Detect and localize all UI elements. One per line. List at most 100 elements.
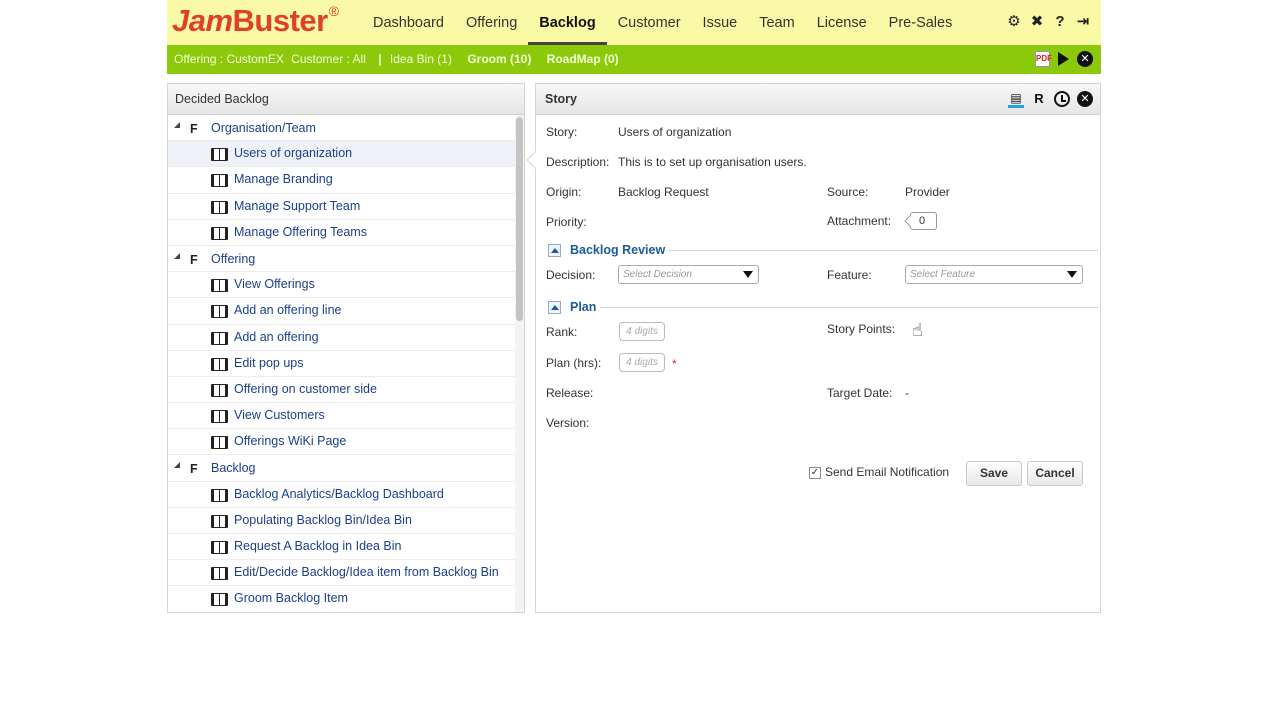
story-link[interactable]: Edit/Decide Backlog/Idea item from Backl… (234, 565, 499, 579)
rank-input[interactable]: 4 digits (619, 322, 665, 341)
feature-row[interactable]: F Offering (168, 246, 516, 273)
cancel-button[interactable]: Cancel (1027, 461, 1083, 486)
story-row[interactable]: Edit/Decide Backlog/Idea item from Backl… (168, 560, 516, 587)
story-link[interactable]: Request A Backlog in Idea Bin (234, 539, 401, 553)
groom-link[interactable]: Groom (10) (467, 52, 531, 66)
story-row[interactable]: Edit pop ups (168, 351, 516, 377)
story-link[interactable]: Offering on customer side (234, 382, 377, 396)
attachment-count[interactable]: 0 (910, 212, 937, 230)
logo-buster: Buster (232, 3, 329, 38)
story-value: Users of organization (618, 125, 732, 139)
story-row[interactable]: View Offerings (168, 272, 516, 299)
save-button[interactable]: Save (966, 461, 1022, 486)
story-row[interactable]: Add an offering (168, 325, 516, 351)
collapse-backlog-review-icon[interactable] (548, 244, 561, 257)
story-link[interactable]: Add an offering line (234, 303, 342, 317)
feature-label[interactable]: Backlog (211, 461, 255, 475)
story-link[interactable]: Users of organization (234, 146, 352, 160)
tree-scrollbar-thumb[interactable] (516, 117, 523, 321)
story-row[interactable]: Manage Offering Teams (168, 220, 516, 246)
close-icon[interactable]: ✕ (1077, 51, 1093, 67)
offering-filter[interactable]: Offering : CustomEX (174, 52, 284, 66)
nav-pre-sales[interactable]: Pre-Sales (878, 0, 964, 45)
story-link[interactable]: Edit pop ups (234, 356, 304, 370)
story-link[interactable]: Backlog Analytics/Backlog Dashboard (234, 487, 444, 501)
nav-dashboard[interactable]: Dashboard (362, 0, 455, 45)
context-separator: | (378, 52, 382, 66)
email-notification-label[interactable]: Send Email Notification (825, 465, 949, 479)
story-row[interactable]: Add an offering line (168, 298, 516, 325)
story-link[interactable]: Offerings WiKi Page (234, 434, 346, 448)
nav-license[interactable]: License (806, 0, 878, 45)
target-date-label: Target Date: (827, 386, 893, 400)
story-book-icon (211, 305, 228, 319)
feature-label[interactable]: Organisation/Team (211, 121, 316, 135)
feature-label[interactable]: Offering (211, 252, 255, 266)
hand-pointer-icon: ☝ (912, 320, 923, 340)
story-link[interactable]: Manage Branding (234, 172, 333, 186)
email-notification-checkbox[interactable]: ✓ (809, 467, 821, 479)
plan-hrs-input[interactable]: 4 digits (619, 353, 665, 372)
story-row[interactable]: Groom Backlog Item (168, 586, 516, 612)
story-link[interactable]: Populating Backlog Bin/Idea Bin (234, 513, 412, 527)
feature-row[interactable]: F Organisation/Team (168, 115, 516, 142)
roadmap-link[interactable]: RoadMap (0) (547, 52, 619, 66)
close-panel-icon[interactable]: ✕ (1077, 91, 1093, 107)
story-link[interactable]: Groom Backlog Item (234, 591, 348, 605)
settings-key-icon[interactable]: ⚙ (1006, 12, 1022, 32)
tools-icon[interactable]: ✖ (1029, 12, 1045, 32)
story-row[interactable]: Backlog Analytics/Backlog Dashboard (168, 482, 516, 508)
story-row[interactable]: Manage Branding (168, 167, 516, 194)
source-value: Provider (905, 185, 950, 199)
release-label: Release: (546, 386, 594, 400)
source-label: Source: (827, 185, 869, 199)
plan-divider (600, 307, 1098, 308)
feature-select[interactable]: Select Feature (905, 265, 1083, 284)
history-clock-icon[interactable] (1054, 91, 1070, 107)
story-book-icon (211, 331, 228, 345)
plan-hrs-label: Plan (hrs): (546, 356, 602, 370)
story-link[interactable]: Manage Offering Teams (234, 225, 367, 239)
expand-toggle-icon[interactable] (174, 462, 180, 469)
r-icon[interactable]: R (1031, 90, 1047, 108)
decision-select[interactable]: Select Decision (618, 265, 759, 284)
story-book-icon (211, 514, 228, 528)
feature-row[interactable]: F Backlog (168, 455, 516, 482)
story-row[interactable]: View Customers (168, 403, 516, 430)
nav-issue[interactable]: Issue (692, 0, 749, 45)
panel-pointer (526, 151, 544, 169)
story-panel-actions: ▤ R ✕ (1008, 90, 1093, 108)
story-row[interactable]: Manage Support Team (168, 194, 516, 220)
story-link[interactable]: View Offerings (234, 277, 315, 291)
nav-offering[interactable]: Offering (455, 0, 528, 45)
logout-icon[interactable]: ⇥ (1075, 12, 1091, 32)
story-link[interactable]: Add an offering (234, 330, 319, 344)
story-row[interactable]: Populating Backlog Bin/Idea Bin (168, 508, 516, 534)
story-row[interactable]: Offering on customer side (168, 377, 516, 404)
plan-title: Plan (570, 300, 597, 314)
story-row[interactable]: Offerings WiKi Page (168, 429, 516, 456)
story-row[interactable]: Request A Backlog in Idea Bin (168, 534, 516, 561)
expand-toggle-icon[interactable] (174, 122, 180, 128)
pdf-export-icon[interactable]: PDF (1035, 51, 1052, 67)
nav-team[interactable]: Team (748, 0, 805, 45)
document-icon[interactable]: ▤ (1008, 90, 1024, 108)
play-icon[interactable] (1058, 52, 1069, 66)
backlog-review-title: Backlog Review (570, 243, 666, 257)
jambuster-logo[interactable]: JamBuster® (172, 3, 339, 39)
version-label: Version: (546, 416, 590, 430)
collapse-plan-icon[interactable] (548, 301, 561, 314)
customer-filter[interactable]: Customer : All (291, 52, 366, 66)
context-bar: Offering : CustomEX Customer : All | Ide… (167, 45, 1101, 74)
story-link[interactable]: Manage Support Team (234, 199, 360, 213)
story-row[interactable]: Users of organization (168, 141, 516, 168)
decided-backlog-panel: Decided Backlog F Organisation/Team Users … (167, 83, 525, 613)
idea-bin-link[interactable]: Idea Bin (1) (390, 52, 452, 66)
expand-toggle-icon[interactable] (174, 252, 180, 259)
story-book-icon (211, 383, 228, 397)
story-panel: Story ▤ R ✕ Story: Users of organization… (526, 83, 1101, 613)
story-link[interactable]: View Customers (234, 408, 325, 422)
help-icon[interactable]: ? (1052, 12, 1068, 32)
nav-backlog[interactable]: Backlog (528, 0, 608, 45)
nav-customer[interactable]: Customer (607, 0, 692, 45)
